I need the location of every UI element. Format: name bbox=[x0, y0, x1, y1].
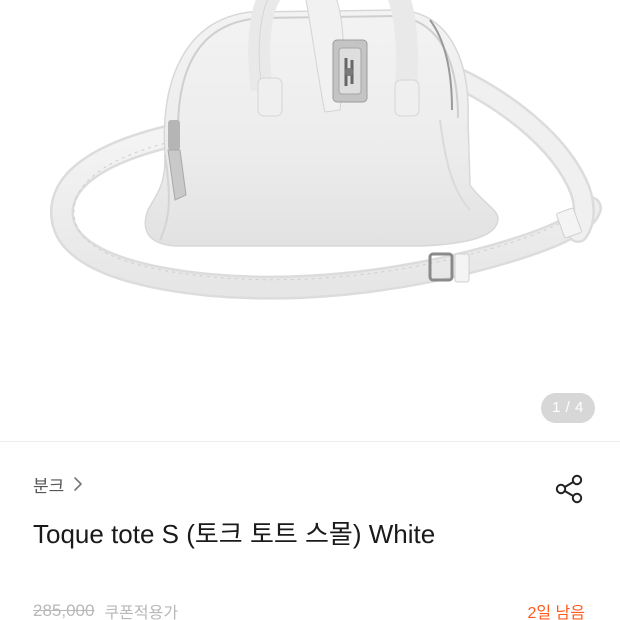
price-row: 285,000 쿠폰적용가 2일 남음 bbox=[33, 598, 587, 620]
section-divider bbox=[0, 441, 620, 442]
brand-link[interactable]: 분크 bbox=[33, 471, 83, 497]
product-image-gallery[interactable]: 1 / 4 bbox=[0, 0, 620, 440]
product-image bbox=[50, 0, 602, 300]
product-title: Toque tote S (토크 토트 스몰) White bbox=[33, 519, 436, 549]
coupon-price-label: 쿠폰적용가 bbox=[104, 605, 179, 620]
product-detail-page: 1 / 4 분크 Toque tote S (토크 토트 스몰) White 2… bbox=[0, 0, 620, 620]
original-price: 285,000 bbox=[33, 601, 95, 620]
days-left-badge: 2일 남음 bbox=[527, 605, 585, 620]
image-counter: 1 / 4 bbox=[541, 393, 595, 423]
chevron-right-icon bbox=[73, 476, 83, 492]
share-icon[interactable] bbox=[552, 472, 586, 506]
brand-name: 분크 bbox=[33, 476, 65, 496]
